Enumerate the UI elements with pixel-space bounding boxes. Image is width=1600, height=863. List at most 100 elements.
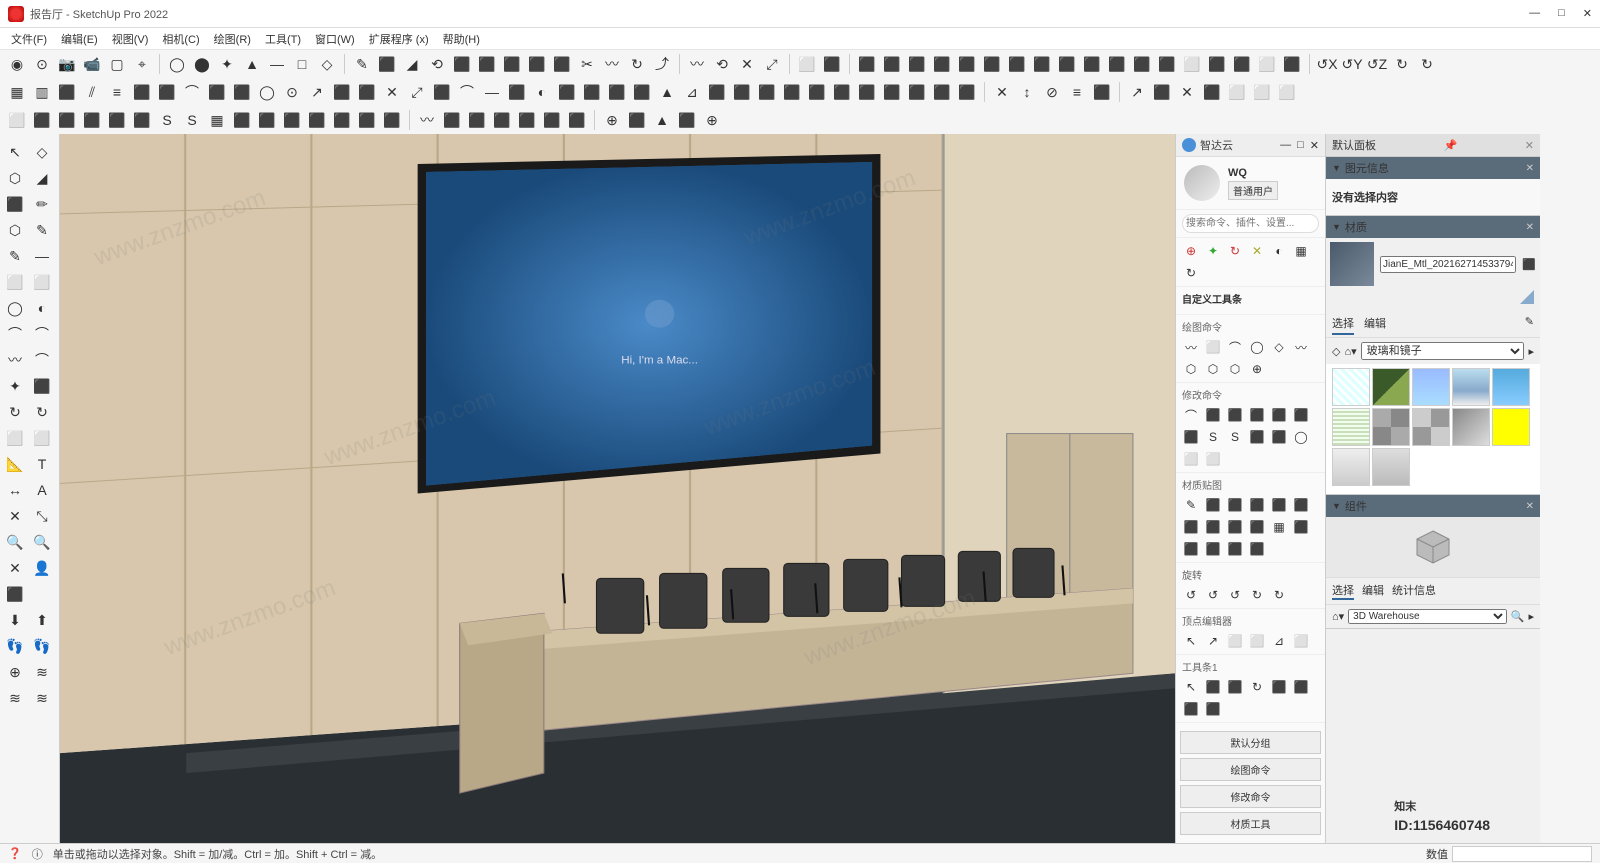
material-swatch[interactable] <box>1372 448 1410 486</box>
tool-button[interactable]: A <box>30 478 54 502</box>
menu-item[interactable]: 帮助(H) <box>438 29 485 49</box>
toolbar-button[interactable]: ⬜ <box>796 53 818 75</box>
toolbar-button[interactable]: ✕ <box>736 53 758 75</box>
tool-button[interactable]: ✕ <box>3 556 27 580</box>
tool-button[interactable]: ⬜ <box>30 270 54 294</box>
plugin-tool-icon[interactable]: ⬜ <box>1182 450 1200 468</box>
tool-button[interactable]: 👤 <box>30 556 54 580</box>
toolbar-button[interactable]: ⬛ <box>526 53 548 75</box>
toolbar-button[interactable]: ⬛ <box>501 53 523 75</box>
toolbar-button[interactable]: ⬛ <box>881 81 903 103</box>
toolbar-button[interactable]: ⬛ <box>956 81 978 103</box>
toolbar-button[interactable]: ⬜ <box>6 109 28 131</box>
plugin-tool-icon[interactable]: ◯ <box>1248 338 1266 356</box>
tool-button[interactable]: ⌒ <box>30 348 54 372</box>
toolbar-button[interactable]: ⬛ <box>906 81 928 103</box>
avatar[interactable] <box>1184 165 1220 201</box>
plugin-tool-icon[interactable]: ⬛ <box>1226 406 1244 424</box>
plugin-tool-icon[interactable]: ⬛ <box>1270 678 1288 696</box>
menu-item[interactable]: 文件(F) <box>6 29 52 49</box>
toolbar-button[interactable]: ⬛ <box>56 109 78 131</box>
toolbar-button[interactable]: ↺Y <box>1341 53 1363 75</box>
toolbar-button[interactable]: 📹 <box>81 53 103 75</box>
plugin-tool-icon[interactable]: S <box>1226 428 1244 446</box>
toolbar-button[interactable]: ⬛ <box>31 109 53 131</box>
comp-tab-edit[interactable]: 编辑 <box>1362 582 1384 600</box>
plugin-tool-icon[interactable]: ↻ <box>1248 586 1266 604</box>
tool-button[interactable]: 〰 <box>3 348 27 372</box>
plugin-tool-icon[interactable]: ⬛ <box>1292 406 1310 424</box>
toolbar-button[interactable]: ⌖ <box>131 53 153 75</box>
toolbar-button[interactable]: ⬛ <box>106 109 128 131</box>
toolbar-button[interactable]: ⬛ <box>1151 81 1173 103</box>
toolbar-button[interactable]: ✦ <box>216 53 238 75</box>
plugin-tool-icon[interactable]: ↻ <box>1270 586 1288 604</box>
toolbar-button[interactable]: ⬜ <box>1276 81 1298 103</box>
tool-button[interactable]: ≋ <box>30 686 54 710</box>
plugin-tool-icon[interactable]: ⬡ <box>1226 360 1244 378</box>
material-swatch[interactable] <box>1332 408 1370 446</box>
plugin-tool-icon[interactable]: 〰 <box>1182 338 1200 356</box>
tool-button[interactable]: ⬜ <box>3 270 27 294</box>
material-thumbnail[interactable] <box>1330 242 1374 286</box>
tab-edit[interactable]: 编辑 <box>1364 313 1386 335</box>
toolbar-button[interactable]: ⬛ <box>606 81 628 103</box>
tool-button[interactable]: ⌒ <box>30 322 54 346</box>
tool-button[interactable]: ⬛ <box>3 582 27 606</box>
plugin-tool-icon[interactable]: ⬛ <box>1270 428 1288 446</box>
toolbar-button[interactable]: ⊘ <box>1041 81 1063 103</box>
plugin-tool-icon[interactable]: ⌒ <box>1226 338 1244 356</box>
toolbar-button[interactable]: ⊕ <box>601 109 623 131</box>
toolbar-button[interactable]: ◯ <box>166 53 188 75</box>
tool-icon[interactable]: ⊕ <box>1182 242 1200 260</box>
toolbar-button[interactable]: ⬛ <box>231 109 253 131</box>
plugin-tool-icon[interactable]: ⬛ <box>1226 678 1244 696</box>
toolbar-button[interactable]: ◉ <box>6 53 28 75</box>
plugin-tool-icon[interactable]: ↖ <box>1182 632 1200 650</box>
menu-item[interactable]: 相机(C) <box>157 29 204 49</box>
material-swatch[interactable] <box>1332 448 1370 486</box>
tool-button[interactable]: ≋ <box>3 686 27 710</box>
material-category-select[interactable]: 玻璃和镜子 <box>1361 342 1525 360</box>
material-swatch[interactable] <box>1492 368 1530 406</box>
toolbar-button[interactable]: ⬛ <box>306 109 328 131</box>
toolbar-button[interactable]: ⬛ <box>1131 53 1153 75</box>
plugin-close-button[interactable]: ✕ <box>1310 139 1319 152</box>
plugin-tool-icon[interactable]: ⬛ <box>1248 428 1266 446</box>
toolbar-button[interactable]: ⬛ <box>231 81 253 103</box>
tool-button[interactable]: ↖ <box>3 140 27 164</box>
tool-button[interactable]: ⤡ <box>30 504 54 528</box>
tool-button[interactable]: ✦ <box>3 374 27 398</box>
eyedropper-icon[interactable]: ✎ <box>1525 313 1534 335</box>
search-icon[interactable]: 🔍 <box>1511 610 1525 623</box>
create-material-icon[interactable]: ⬛ <box>1522 258 1536 271</box>
toolbar-button[interactable]: ⤢ <box>761 53 783 75</box>
minimize-button[interactable]: — <box>1529 7 1540 20</box>
toolbar-button[interactable]: ◐ <box>531 81 553 103</box>
plugin-tool-icon[interactable]: ↻ <box>1248 678 1266 696</box>
tray-close-button[interactable]: ✕ <box>1525 139 1534 152</box>
menu-item[interactable]: 视图(V) <box>107 29 154 49</box>
toolbar-button[interactable]: S <box>181 109 203 131</box>
toolbar-button[interactable]: 〰 <box>686 53 708 75</box>
tool-button[interactable]: ◐ <box>30 296 54 320</box>
toolbar-button[interactable]: ⬛ <box>1281 53 1303 75</box>
plugin-tool-icon[interactable]: ⬜ <box>1204 338 1222 356</box>
tool-icon[interactable]: ↻ <box>1226 242 1244 260</box>
tool-button[interactable]: ✕ <box>3 504 27 528</box>
tool-button[interactable]: ↻ <box>30 400 54 424</box>
menu-icon[interactable]: ▸ <box>1528 610 1534 623</box>
material-swatch[interactable] <box>1412 408 1450 446</box>
plugin-tool-icon[interactable]: ⬛ <box>1204 518 1222 536</box>
toolbar-button[interactable]: ⬛ <box>491 109 513 131</box>
tool-button[interactable]: ↻ <box>3 400 27 424</box>
tool-button[interactable]: ◯ <box>3 296 27 320</box>
toolbar-button[interactable]: ⬜ <box>1251 81 1273 103</box>
plugin-tool-icon[interactable]: ⬜ <box>1226 632 1244 650</box>
toolbar-button[interactable]: ⟲ <box>711 53 733 75</box>
toolbar-button[interactable]: ⬛ <box>1091 81 1113 103</box>
plugin-tool-icon[interactable]: ⬛ <box>1226 496 1244 514</box>
plugin-tool-icon[interactable]: ⬛ <box>1226 518 1244 536</box>
toolbar-button[interactable]: ◯ <box>256 81 278 103</box>
info-icon[interactable]: ⓘ <box>32 846 43 862</box>
